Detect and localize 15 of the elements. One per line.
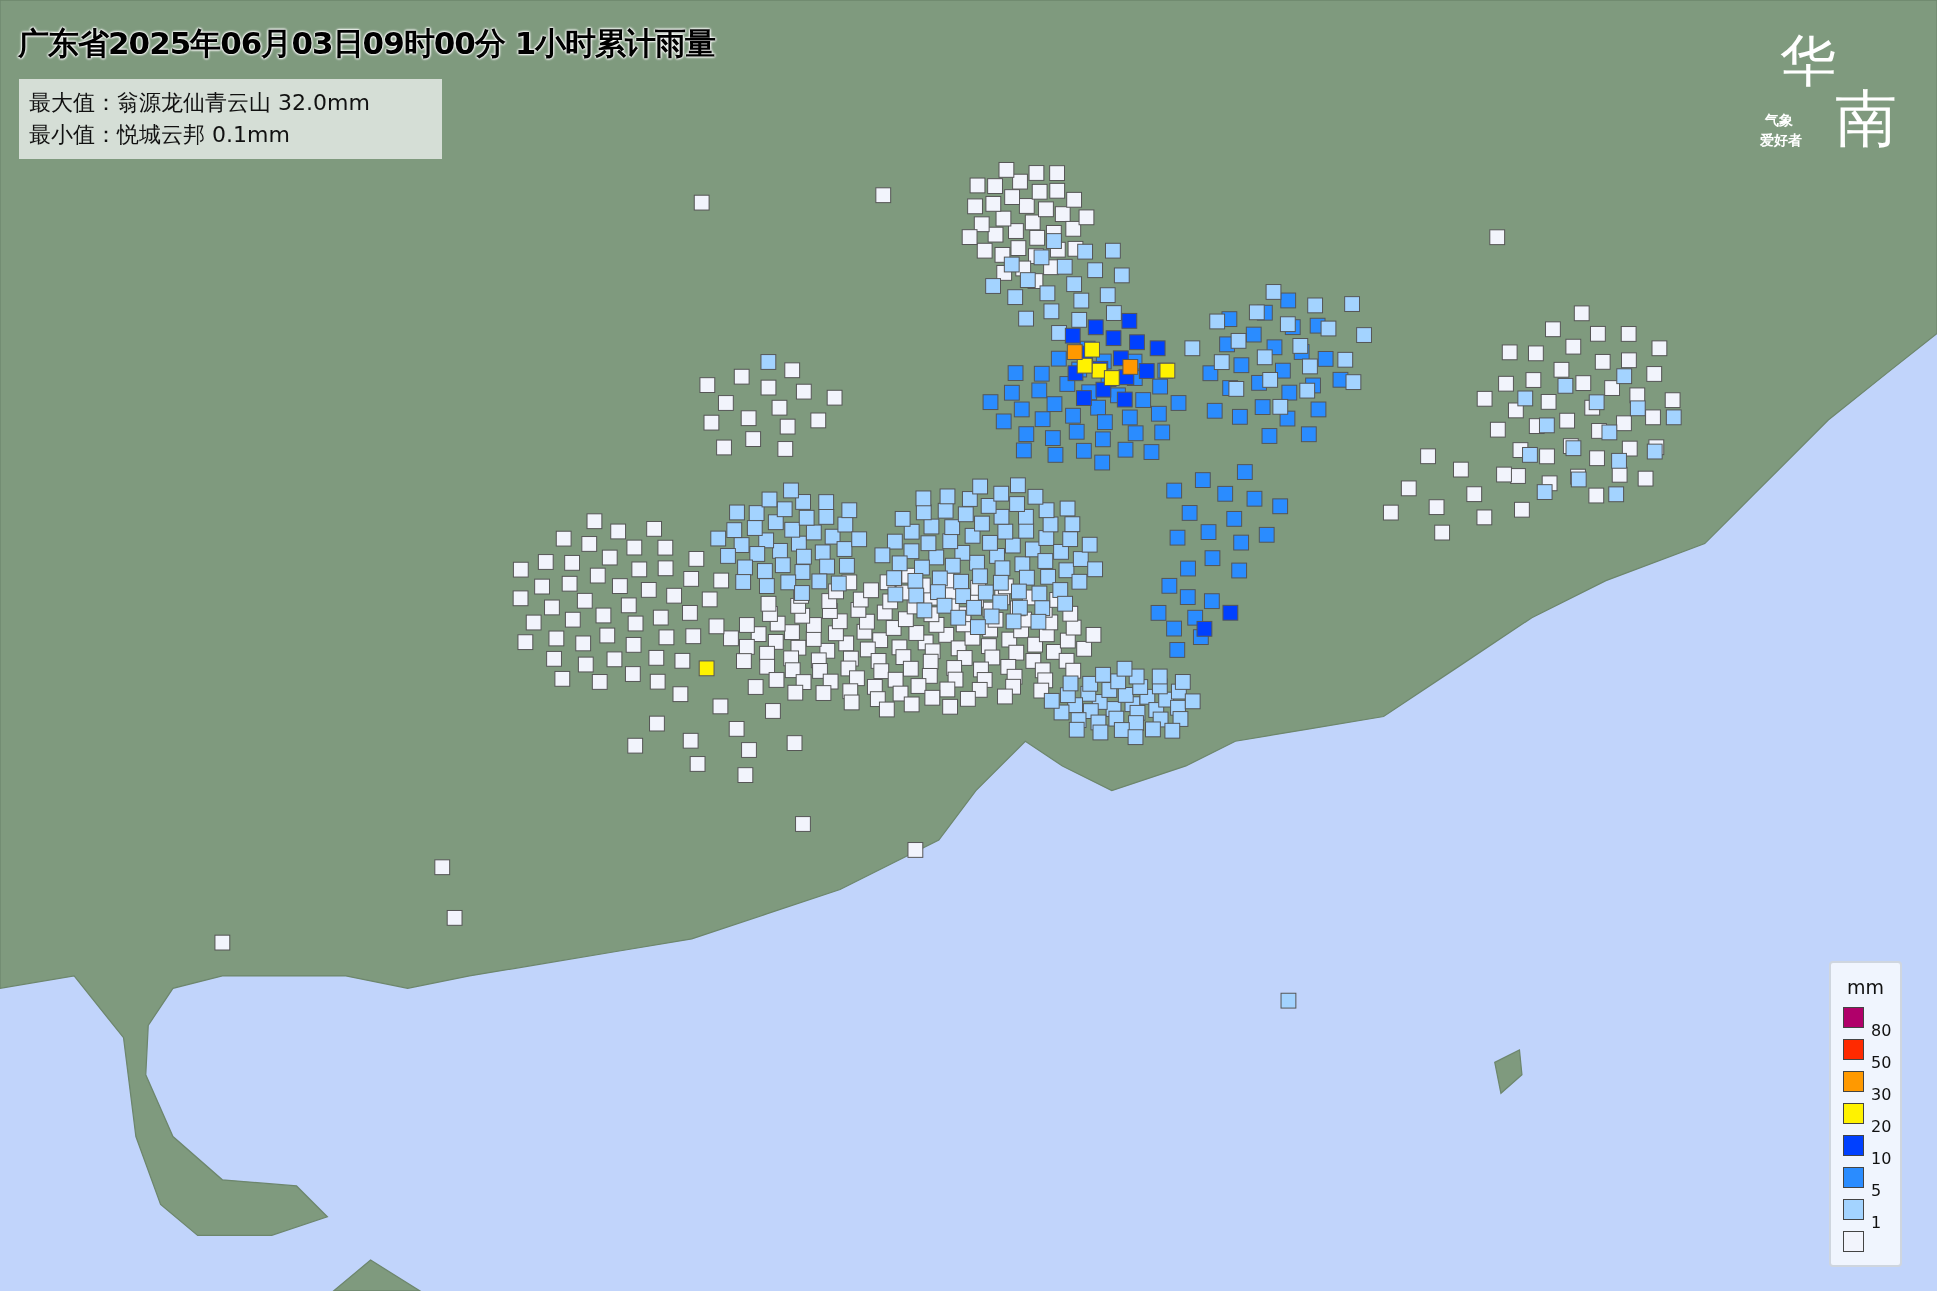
summary-line: 最小值：悦城云邦 0.1mm [29,121,291,149]
legend-label: 1 [1871,1215,1882,1231]
logo-subtext: 气象 [1765,111,1793,130]
legend-label: 50 [1871,1055,1892,1071]
logo-subtext: 爱好者 [1760,131,1802,150]
legend-label: 80 [1871,1023,1892,1039]
legend-unit: mm [1846,975,1885,1000]
legend-label: 20 [1871,1119,1892,1135]
map-title: 广东省2025年06月03日09时00分 1小时累计雨量 [18,24,716,63]
legend-label: 5 [1871,1183,1882,1199]
legend-label: 10 [1871,1151,1892,1167]
logo-text: 华 [1780,33,1836,89]
legend-label: 30 [1871,1087,1892,1103]
summary-line: 最大值：翁源龙仙青云山 32.0mm [29,89,371,117]
logo-text: 南 [1835,88,1897,150]
